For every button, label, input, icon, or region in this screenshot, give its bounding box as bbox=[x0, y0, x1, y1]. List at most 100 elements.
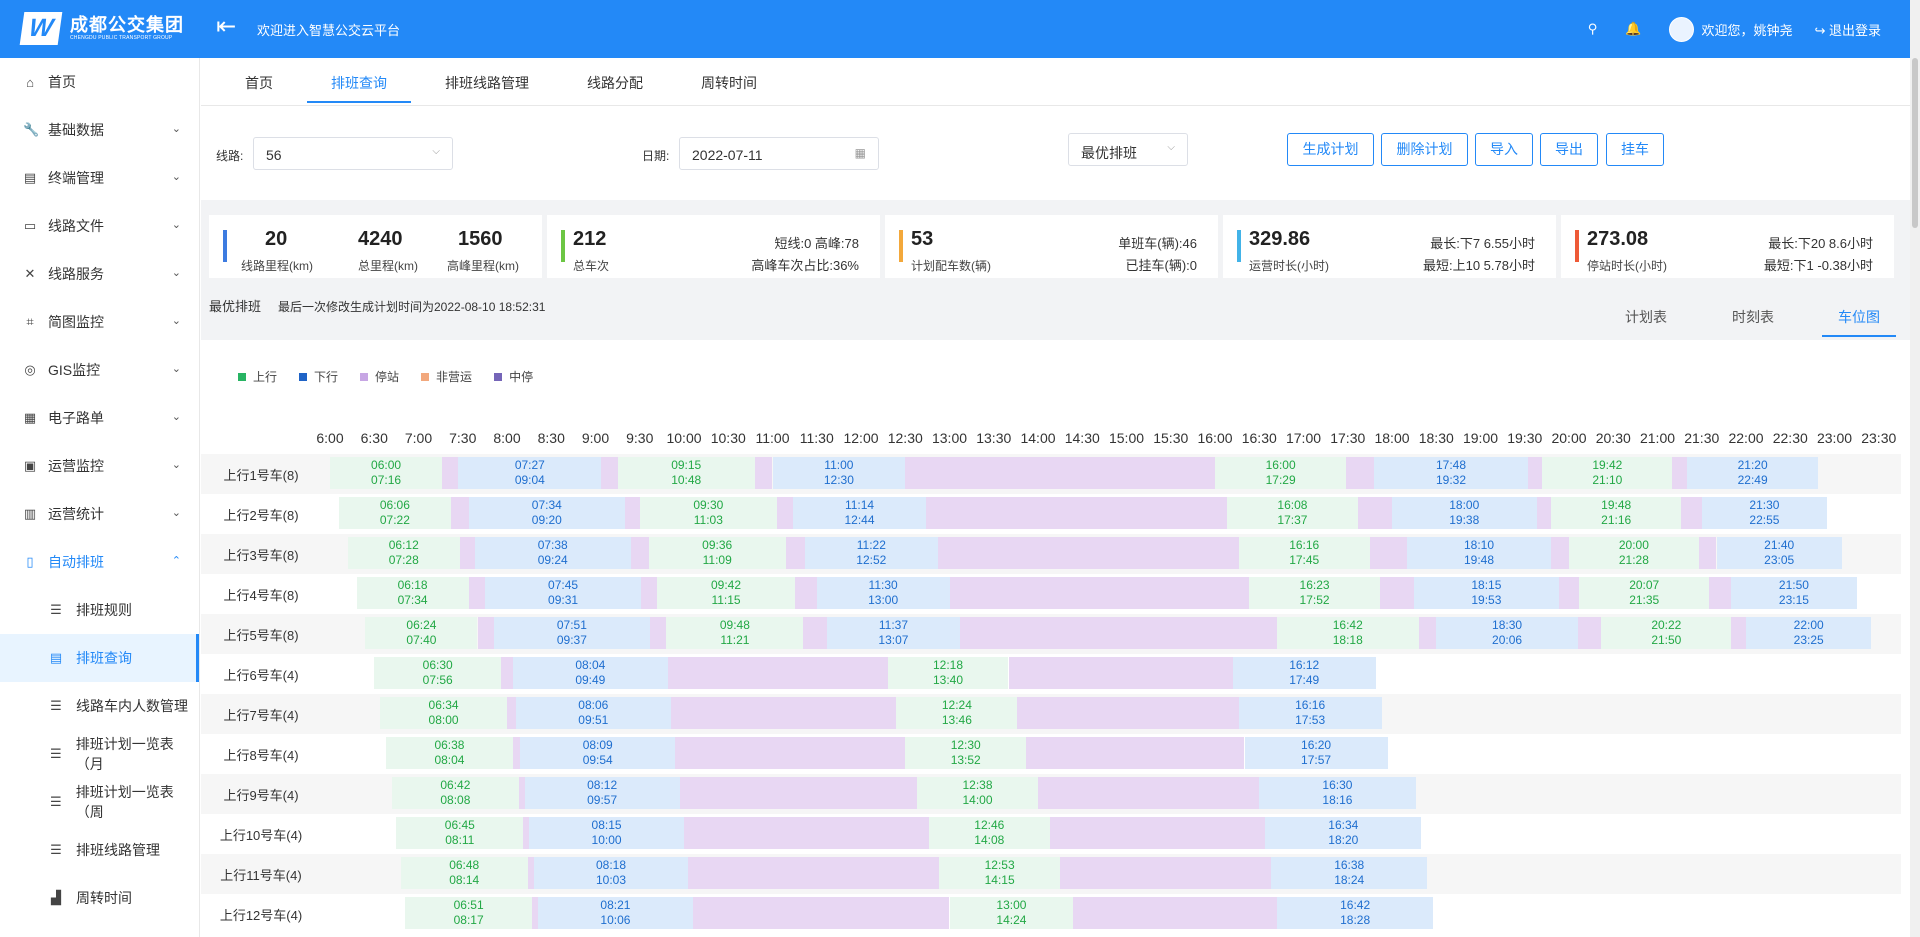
up-trip-segment[interactable]: 06:18 07:34 bbox=[356, 577, 469, 609]
stop-segment[interactable] bbox=[925, 497, 1227, 529]
down-trip-segment[interactable]: 16:42 18:28 bbox=[1276, 897, 1434, 929]
date-picker[interactable]: 2022-07-11 ▦ bbox=[679, 137, 879, 170]
sidebar-item-route-service[interactable]: ✕ 线路服务 ⌄ bbox=[0, 250, 199, 298]
sidebar-item-diagram-monitor[interactable]: ⌗ 简图监控 ⌄ bbox=[0, 298, 199, 346]
stop-segment[interactable] bbox=[507, 697, 516, 729]
stop-segment[interactable] bbox=[684, 817, 929, 849]
up-trip-segment[interactable]: 06:48 08:14 bbox=[400, 857, 528, 889]
tab-route-assign[interactable]: 线路分配 bbox=[587, 73, 643, 93]
stop-segment[interactable] bbox=[949, 577, 1249, 609]
sidebar-sub-route-mgmt[interactable]: ☰ 排班线路管理 bbox=[0, 826, 199, 874]
stop-segment[interactable] bbox=[1527, 457, 1543, 489]
up-trip-segment[interactable]: 12:53 14:15 bbox=[939, 857, 1061, 889]
up-trip-segment[interactable]: 06:51 08:17 bbox=[405, 897, 533, 929]
down-trip-segment[interactable]: 08:18 10:03 bbox=[533, 857, 689, 889]
up-trip-segment[interactable]: 09:30 11:03 bbox=[639, 497, 777, 529]
up-trip-segment[interactable]: 12:46 14:08 bbox=[928, 817, 1050, 849]
search-icon[interactable]: ⚲ bbox=[1588, 21, 1598, 37]
stop-segment[interactable] bbox=[641, 577, 658, 609]
stop-segment[interactable] bbox=[1026, 737, 1245, 769]
stop-segment[interactable] bbox=[625, 497, 640, 529]
up-trip-segment[interactable]: 19:42 21:10 bbox=[1542, 457, 1673, 489]
stop-segment[interactable] bbox=[1049, 817, 1266, 849]
stop-segment[interactable] bbox=[1731, 617, 1746, 649]
stop-segment[interactable] bbox=[1380, 577, 1415, 609]
stop-segment[interactable] bbox=[794, 577, 817, 609]
sidebar-sub-schedule-rules[interactable]: ☰ 排班规则 bbox=[0, 586, 199, 634]
up-trip-segment[interactable]: 13:00 14:24 bbox=[949, 897, 1074, 929]
up-trip-segment[interactable]: 06:12 07:28 bbox=[347, 537, 460, 569]
stop-segment[interactable] bbox=[1536, 497, 1552, 529]
down-trip-segment[interactable]: 16:34 18:20 bbox=[1265, 817, 1422, 849]
up-trip-segment[interactable]: 16:00 17:29 bbox=[1215, 457, 1347, 489]
sidebar-item-ops-stats[interactable]: ▥ 运营统计 ⌄ bbox=[0, 490, 199, 538]
sidebar-item-e-waybill[interactable]: ▦ 电子路单 ⌄ bbox=[0, 394, 199, 442]
sidebar-sub-plan-week[interactable]: ☰ 排班计划一览表（周 bbox=[0, 778, 199, 826]
down-trip-segment[interactable]: 11:37 13:07 bbox=[827, 617, 960, 649]
stop-segment[interactable] bbox=[1038, 777, 1260, 809]
down-trip-segment[interactable]: 18:10 19:48 bbox=[1406, 537, 1552, 569]
stop-segment[interactable] bbox=[468, 577, 485, 609]
down-trip-segment[interactable]: 11:14 12:44 bbox=[793, 497, 926, 529]
tab-schedule-query[interactable]: 排班查询 bbox=[331, 73, 387, 93]
up-trip-segment[interactable]: 16:08 17:37 bbox=[1226, 497, 1359, 529]
down-trip-segment[interactable]: 22:00 23:25 bbox=[1746, 617, 1872, 649]
menu-toggle-icon[interactable]: ⇤ bbox=[216, 15, 236, 39]
down-trip-segment[interactable]: 08:15 10:00 bbox=[529, 817, 684, 849]
down-trip-segment[interactable]: 16:12 17:49 bbox=[1232, 657, 1376, 689]
stop-segment[interactable] bbox=[512, 737, 521, 769]
stop-segment[interactable] bbox=[630, 537, 649, 569]
line-select[interactable]: 56 ⌵ bbox=[253, 137, 453, 170]
bell-icon[interactable]: 🔔 bbox=[1625, 21, 1641, 37]
scrollbar-thumb[interactable] bbox=[1912, 58, 1918, 228]
stop-segment[interactable] bbox=[1577, 617, 1602, 649]
down-trip-segment[interactable]: 07:38 09:24 bbox=[474, 537, 631, 569]
down-trip-segment[interactable]: 21:20 22:49 bbox=[1687, 457, 1819, 489]
stop-segment[interactable] bbox=[1369, 537, 1407, 569]
down-trip-segment[interactable]: 18:30 20:06 bbox=[1436, 617, 1578, 649]
sidebar-item-gis[interactable]: ◎ GIS监控 ⌄ bbox=[0, 346, 199, 394]
stop-segment[interactable] bbox=[1418, 617, 1437, 649]
stop-segment[interactable] bbox=[937, 537, 1239, 569]
down-trip-segment[interactable]: 08:12 09:57 bbox=[524, 777, 680, 809]
down-trip-segment[interactable]: 18:00 19:38 bbox=[1392, 497, 1537, 529]
stop-segment[interactable] bbox=[679, 777, 918, 809]
stop-segment[interactable] bbox=[785, 537, 805, 569]
stop-segment[interactable] bbox=[1008, 657, 1233, 689]
down-trip-segment[interactable]: 16:16 17:53 bbox=[1238, 697, 1382, 729]
stop-segment[interactable] bbox=[675, 737, 906, 769]
tab-route-mgmt[interactable]: 排班线路管理 bbox=[445, 73, 529, 93]
sidebar-item-terminal[interactable]: ▤ 终端管理 ⌄ bbox=[0, 154, 199, 202]
stop-segment[interactable] bbox=[1681, 497, 1702, 529]
down-trip-segment[interactable]: 11:00 12:30 bbox=[772, 457, 906, 489]
down-trip-segment[interactable]: 08:21 10:06 bbox=[537, 897, 693, 929]
down-trip-segment[interactable]: 16:20 17:57 bbox=[1244, 737, 1388, 769]
up-trip-segment[interactable]: 06:38 08:04 bbox=[386, 737, 513, 769]
sidebar-sub-plan-month[interactable]: ☰ 排班计划一览表（月 bbox=[0, 730, 199, 778]
stop-segment[interactable] bbox=[450, 497, 469, 529]
up-trip-segment[interactable]: 16:16 17:45 bbox=[1238, 537, 1370, 569]
up-trip-segment[interactable]: 19:48 21:16 bbox=[1551, 497, 1682, 529]
up-trip-segment[interactable]: 09:42 11:15 bbox=[657, 577, 795, 609]
up-trip-segment[interactable]: 12:24 13:46 bbox=[896, 697, 1018, 729]
up-trip-segment[interactable]: 16:23 17:52 bbox=[1248, 577, 1381, 609]
tab-home[interactable]: 首页 bbox=[245, 73, 273, 93]
up-trip-segment[interactable]: 20:07 21:35 bbox=[1579, 577, 1710, 609]
sidebar-sub-passenger-mgmt[interactable]: ☰ 线路车内人数管理 bbox=[0, 682, 199, 730]
stop-segment[interactable] bbox=[1698, 537, 1717, 569]
stop-segment[interactable] bbox=[442, 457, 459, 489]
up-trip-segment[interactable]: 06:34 08:00 bbox=[380, 697, 507, 729]
avatar[interactable] bbox=[1669, 16, 1695, 42]
stop-segment[interactable] bbox=[1346, 457, 1375, 489]
stop-segment[interactable] bbox=[803, 617, 828, 649]
stop-segment[interactable] bbox=[459, 537, 475, 569]
sidebar-sub-turnaround[interactable]: ▟ 周转时间 bbox=[0, 874, 199, 922]
up-trip-segment[interactable]: 09:15 10:48 bbox=[617, 457, 755, 489]
stop-segment[interactable] bbox=[905, 457, 1215, 489]
up-trip-segment[interactable]: 06:00 07:16 bbox=[330, 457, 443, 489]
up-trip-segment[interactable]: 06:30 07:56 bbox=[374, 657, 502, 689]
tab-turnaround[interactable]: 周转时间 bbox=[701, 73, 757, 93]
up-trip-segment[interactable]: 06:45 08:11 bbox=[396, 817, 524, 849]
stop-segment[interactable] bbox=[754, 457, 773, 489]
delete-plan-button[interactable]: 删除计划 bbox=[1381, 133, 1468, 166]
